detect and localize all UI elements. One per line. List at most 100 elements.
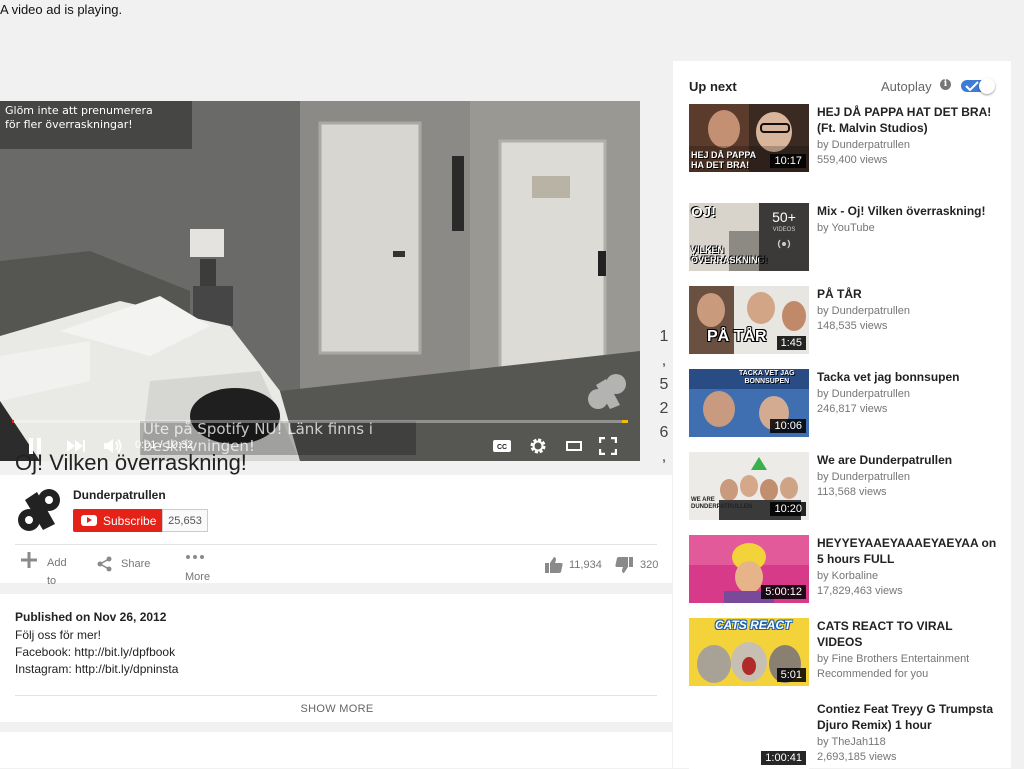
video-thumbnail[interactable]: PÅ TÅR 1:45 xyxy=(689,286,809,354)
video-duration: 10:20 xyxy=(770,502,806,516)
video-title-link[interactable]: Contiez Feat Treyy G Trumpsta Djuro Remi… xyxy=(817,701,997,733)
recommendation-note: Recommended for you xyxy=(817,668,929,680)
view-count-digit: , xyxy=(661,352,667,370)
add-to-label: Add to xyxy=(47,557,67,587)
dislike-button[interactable] xyxy=(614,556,634,574)
view-count-digit: 5 xyxy=(659,376,669,394)
video-channel[interactable]: by Dunderpatrullen xyxy=(817,303,910,319)
autoplay-toggle[interactable] xyxy=(961,78,995,94)
thumbnail-text: OJ! xyxy=(691,204,717,221)
video-duration: 5:01 xyxy=(776,668,806,682)
video-title-link[interactable]: Mix - Oj! Vilken överraskning! xyxy=(817,203,997,219)
cc-icon: CC xyxy=(493,440,511,452)
video-channel[interactable]: by Korbaline xyxy=(817,568,878,584)
video-frame xyxy=(0,101,640,461)
more-dots-icon xyxy=(186,555,204,559)
subscriber-count: 25,653 xyxy=(162,509,208,532)
video-title-link[interactable]: CATS REACT TO VIRAL VIDEOS xyxy=(817,618,997,650)
thumbnail-subtext: VILKEN ÖVERRASKNING! xyxy=(691,245,768,265)
view-count-digit: 1 xyxy=(659,328,669,345)
progress-bar-marker xyxy=(622,420,628,423)
channel-watermark-icon[interactable] xyxy=(586,371,630,413)
video-thumbnail[interactable]: 5:00:12 xyxy=(689,535,809,603)
view-count-digit: , xyxy=(661,448,667,466)
divider xyxy=(15,544,657,545)
up-next-video[interactable]: TACKA VET JAG BONNSUPEN 10:06 Tacka vet … xyxy=(689,369,999,437)
subscribe-annotation[interactable]: Glöm inte att prenumerera för fler överr… xyxy=(0,101,192,149)
share-label: Share xyxy=(121,558,151,570)
more-label: More xyxy=(185,571,211,583)
video-thumbnail[interactable]: 1:00:41 xyxy=(689,701,809,769)
like-count: 11,934 xyxy=(569,559,602,571)
fullscreen-icon xyxy=(599,437,617,455)
divider xyxy=(15,695,657,696)
thumbnail-text: PÅ TÅR xyxy=(707,328,767,345)
video-channel[interactable]: by Dunderpatrullen xyxy=(817,137,910,153)
playlist-label: VIDEOS xyxy=(772,227,796,233)
thumbnail-text: WE ARE DUNDERPATRULLEN xyxy=(691,497,753,510)
video-channel[interactable]: by Fine Brothers Entertainment xyxy=(817,651,969,667)
up-next-video[interactable]: CATS REACT 5:01 CATS REACT TO VIRAL VIDE… xyxy=(689,618,999,686)
captions-button[interactable]: CC xyxy=(492,438,512,454)
subscribe-button[interactable]: Subscribe xyxy=(73,509,162,532)
video-duration: 1:45 xyxy=(776,336,806,350)
plus-icon xyxy=(21,552,37,568)
video-channel[interactable]: by TheJah118 xyxy=(817,734,886,750)
up-next-video[interactable]: 5:00:12 HEYYEYAAEYAAAEYAEYAA on 5 hours … xyxy=(689,535,999,603)
video-thumbnail[interactable]: OJ! VILKEN ÖVERRASKNING! 50+ VIDEOS xyxy=(689,203,809,271)
view-count-digit: 2 xyxy=(659,400,669,418)
up-next-video[interactable]: HEJ DÅ PAPPA HA DET BRA! 10:17 HEJ DÅ PA… xyxy=(689,104,999,174)
video-thumbnail[interactable]: CATS REACT 5:01 xyxy=(689,618,809,686)
video-duration: 1:00:41 xyxy=(761,751,806,765)
video-duration: 5:00:12 xyxy=(761,585,806,599)
youtube-logo-icon xyxy=(81,515,97,526)
video-player[interactable]: Glöm inte att prenumerera för fler överr… xyxy=(0,101,640,461)
checkmark-icon xyxy=(965,81,979,91)
video-title-link[interactable]: HEJ DÅ PAPPA HAT DET BRA! (Ft. Malvin St… xyxy=(817,104,997,136)
video-title-link[interactable]: HEYYEYAAEYAAAEYAEYAA on 5 hours FULL xyxy=(817,535,997,567)
video-duration: 10:17 xyxy=(770,154,806,168)
description-line: Följ oss för mer! xyxy=(15,628,102,642)
video-title-link[interactable]: We are Dunderpatrullen xyxy=(817,452,997,468)
up-next-video[interactable]: WE ARE DUNDERPATRULLEN 10:20 We are Dund… xyxy=(689,452,999,520)
comments-card xyxy=(0,732,672,768)
settings-button[interactable] xyxy=(527,436,549,456)
view-count: 559,400 views xyxy=(817,154,888,166)
video-thumbnail[interactable]: HEJ DÅ PAPPA HA DET BRA! 10:17 xyxy=(689,104,809,172)
view-count: 113,568 views xyxy=(817,486,887,498)
share-icon xyxy=(97,556,112,572)
up-next-video[interactable]: PÅ TÅR 1:45 PÅ TÅR by Dunderpatrullen 14… xyxy=(689,286,999,354)
video-duration: 10:06 xyxy=(770,419,806,433)
theater-mode-button[interactable] xyxy=(563,438,585,454)
view-count-digit: 6 xyxy=(659,424,669,442)
description-line[interactable]: Instagram: http://bit.ly/dpninsta xyxy=(15,662,178,676)
description-line[interactable]: Facebook: http://bit.ly/dpfbook xyxy=(15,645,175,659)
video-channel[interactable]: by YouTube xyxy=(817,220,875,236)
toggle-knob xyxy=(979,78,995,94)
like-button[interactable] xyxy=(544,556,564,574)
video-channel[interactable]: by Dunderpatrullen xyxy=(817,469,910,485)
dislike-count: 320 xyxy=(640,559,659,571)
fullscreen-button[interactable] xyxy=(597,436,619,456)
up-next-video[interactable]: 1:00:41 Contiez Feat Treyy G Trumpsta Dj… xyxy=(689,701,999,769)
video-channel[interactable]: by Dunderpatrullen xyxy=(817,386,910,402)
view-count: 2,693,185 views xyxy=(817,751,897,763)
channel-name-link[interactable]: Dunderpatrullen xyxy=(73,488,166,502)
video-title-link[interactable]: PÅ TÅR xyxy=(817,286,997,302)
thumbnail-text: TACKA VET JAG BONNSUPEN xyxy=(739,370,795,385)
info-icon[interactable]: i xyxy=(940,79,951,90)
progress-bar[interactable] xyxy=(12,420,628,423)
autoplay-label: Autoplay xyxy=(881,79,932,94)
thumbs-down-icon xyxy=(615,557,633,573)
subscribe-label: Subscribe xyxy=(103,513,157,528)
video-thumbnail[interactable]: TACKA VET JAG BONNSUPEN 10:06 xyxy=(689,369,809,437)
up-next-video[interactable]: OJ! VILKEN ÖVERRASKNING! 50+ VIDEOS Mix … xyxy=(689,203,999,271)
show-more-button[interactable]: SHOW MORE xyxy=(280,703,394,715)
gear-icon xyxy=(530,438,546,454)
progress-bar-played xyxy=(12,420,14,423)
video-title-link[interactable]: Tacka vet jag bonnsupen xyxy=(817,369,997,385)
channel-avatar[interactable] xyxy=(15,486,63,534)
playlist-count: 50+ xyxy=(772,209,796,225)
up-next-heading: Up next xyxy=(689,79,737,94)
video-thumbnail[interactable]: WE ARE DUNDERPATRULLEN 10:20 xyxy=(689,452,809,520)
